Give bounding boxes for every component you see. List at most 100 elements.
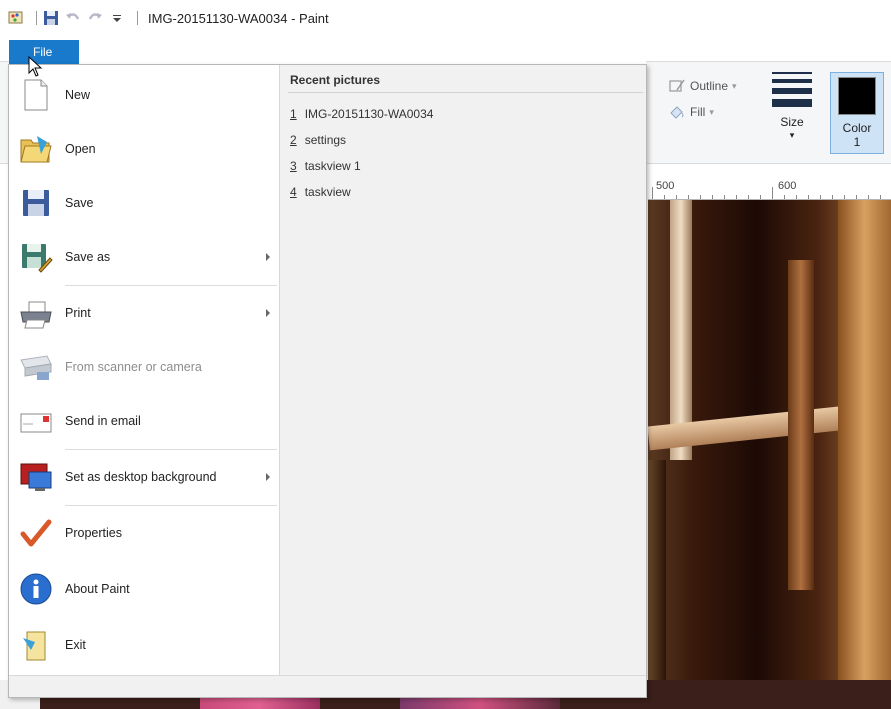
menu-item-exit[interactable]: Exit	[9, 619, 278, 671]
outline-chevron-icon: ▾	[732, 80, 737, 91]
recent-item-number: 2	[290, 133, 297, 147]
outline-dropdown[interactable]: Outline ▾	[668, 78, 737, 94]
info-icon	[19, 572, 53, 606]
ruler-tick	[676, 195, 677, 199]
ruler-tick	[748, 195, 749, 199]
ruler-tick	[832, 195, 833, 199]
open-folder-icon	[19, 132, 53, 166]
ruler-tick	[856, 195, 857, 199]
save-as-icon	[19, 240, 53, 274]
file-tab-button[interactable]: File	[9, 40, 79, 64]
recent-pictures-panel: Recent pictures 1 IMG-20151130-WA0034 2 …	[279, 65, 646, 675]
file-menu-commands: New Open Save Save as Print From scanner…	[9, 65, 278, 675]
recent-item-name: taskview 1	[304, 159, 361, 173]
menu-item-new[interactable]: New	[9, 69, 278, 121]
color1-number: 1	[853, 135, 861, 149]
recent-item[interactable]: 1 IMG-20151130-WA0034	[290, 107, 433, 121]
menu-item-label: Set as desktop background	[65, 470, 217, 484]
menu-item-set-desktop-background[interactable]: Set as desktop background	[9, 451, 278, 503]
file-menu: New Open Save Save as Print From scanner…	[8, 64, 647, 698]
menu-item-print[interactable]: Print	[9, 287, 278, 339]
menu-divider	[65, 449, 277, 450]
ruler-tick	[868, 195, 869, 199]
menu-header-strip	[79, 40, 646, 64]
menu-item-from-scanner[interactable]: From scanner or camera	[9, 341, 278, 393]
ruler-mark-500: 500	[656, 180, 675, 192]
menu-divider	[65, 285, 277, 286]
save-icon[interactable]	[43, 10, 59, 26]
ruler-mark-600: 600	[778, 180, 797, 192]
new-document-icon	[19, 78, 53, 112]
title-separator	[137, 11, 138, 25]
ruler-tick	[712, 195, 713, 199]
paint-app-icon[interactable]	[8, 10, 24, 26]
ruler-tick	[688, 195, 689, 199]
qat-separator	[36, 11, 37, 25]
menu-item-label: From scanner or camera	[65, 360, 202, 374]
ruler-tick	[652, 187, 653, 199]
color1-swatch	[838, 77, 876, 115]
desktop-background-icon	[19, 460, 53, 494]
recent-item-number: 4	[290, 185, 297, 199]
menu-item-label: About Paint	[65, 582, 130, 596]
submenu-arrow-icon	[266, 309, 270, 317]
ruler-tick	[844, 195, 845, 199]
menu-item-about-paint[interactable]: About Paint	[9, 563, 278, 615]
menu-item-label: Save as	[65, 250, 111, 264]
recent-item[interactable]: 2 settings	[290, 133, 346, 147]
recent-item-number: 3	[290, 159, 297, 173]
menu-divider	[65, 505, 277, 506]
fill-bucket-icon	[668, 104, 686, 120]
recent-pictures-title: Recent pictures	[290, 73, 381, 87]
menu-item-label: Save	[65, 196, 94, 210]
outline-label: Outline	[690, 79, 729, 93]
redo-icon[interactable]	[87, 10, 103, 26]
window-title: IMG-20151130-WA0034 - Paint	[148, 10, 329, 26]
size-label: Size	[780, 115, 804, 129]
recent-item-name: taskview	[304, 185, 351, 199]
title-bar: IMG-20151130-WA0034 - Paint	[0, 0, 891, 36]
menu-item-label: Properties	[65, 526, 122, 540]
customize-qat-icon[interactable]	[109, 10, 125, 26]
horizontal-ruler: 500 600	[648, 176, 891, 200]
ruler-tick	[772, 187, 773, 199]
printer-icon	[19, 296, 53, 330]
recent-item-name: settings	[304, 133, 347, 147]
ruler-tick	[796, 195, 797, 199]
ruler-tick	[736, 195, 737, 199]
recent-item[interactable]: 3 taskview 1	[290, 159, 361, 173]
ruler-tick	[700, 195, 701, 199]
ruler-tick	[808, 195, 809, 199]
color1-label: Color	[842, 121, 872, 135]
menu-item-save-as[interactable]: Save as	[9, 231, 278, 283]
recent-item-name: IMG-20151130-WA0034	[304, 107, 434, 121]
size-button[interactable]: Size ▾	[770, 72, 814, 141]
menu-item-label: Exit	[65, 638, 86, 652]
menu-item-send-email[interactable]: Send in email	[9, 395, 278, 447]
menu-item-save[interactable]: Save	[9, 177, 278, 229]
menu-item-label: Open	[65, 142, 96, 156]
size-chevron-icon: ▾	[789, 130, 795, 140]
outline-icon	[668, 78, 686, 94]
ruler-tick	[784, 195, 785, 199]
ruler-tick	[820, 195, 821, 199]
line-size-icon	[772, 72, 812, 107]
fill-dropdown[interactable]: Fill ▾	[668, 104, 714, 120]
email-icon	[19, 404, 53, 438]
ruler-tick	[760, 195, 761, 199]
submenu-arrow-icon	[266, 473, 270, 481]
recent-item[interactable]: 4 taskview	[290, 185, 351, 199]
menu-item-label: Print	[65, 306, 91, 320]
recent-divider	[288, 92, 643, 93]
color1-button[interactable]: Color 1	[830, 72, 884, 154]
fill-chevron-icon: ▾	[709, 106, 714, 117]
exit-icon	[19, 628, 53, 662]
ruler-tick	[880, 195, 881, 199]
ruler-tick	[724, 195, 725, 199]
canvas-image[interactable]	[648, 200, 891, 709]
menu-item-open[interactable]: Open	[9, 123, 278, 175]
ruler-tick	[664, 195, 665, 199]
save-icon	[19, 186, 53, 220]
menu-item-properties[interactable]: Properties	[9, 507, 278, 559]
undo-icon[interactable]	[65, 10, 81, 26]
